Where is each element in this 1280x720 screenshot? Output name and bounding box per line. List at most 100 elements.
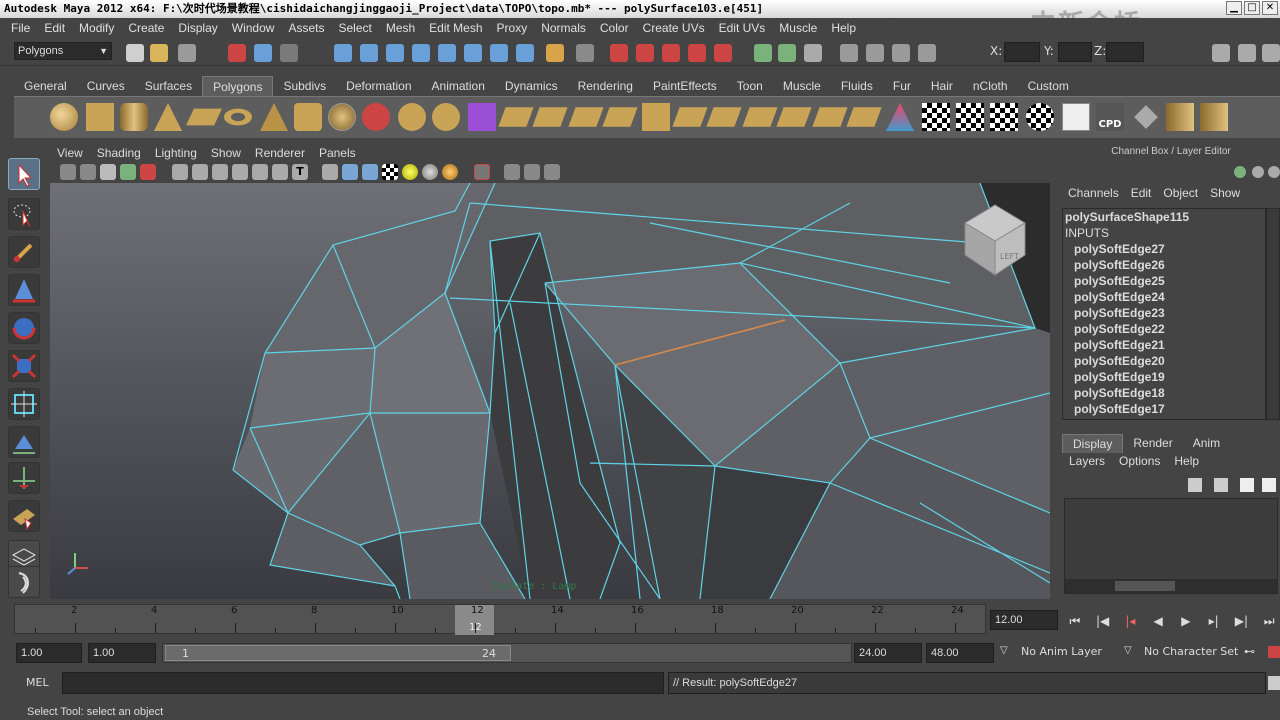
render-settings-icon[interactable]: [918, 44, 936, 62]
input-node[interactable]: polySoftEdge18: [1063, 385, 1265, 401]
shelf-tab-painteffects[interactable]: PaintEffects: [643, 76, 727, 96]
render-frame-icon[interactable]: [866, 44, 884, 62]
viewport-menu-panels[interactable]: Panels: [312, 146, 363, 162]
channel-box-menu-object[interactable]: Object: [1157, 186, 1204, 204]
output-ops-icon[interactable]: [778, 44, 796, 62]
menu-create[interactable]: Create: [121, 21, 171, 35]
menu-edit-mesh[interactable]: Edit Mesh: [422, 21, 489, 35]
go-to-end-icon[interactable]: ⏭: [1258, 612, 1280, 630]
select-misc-icon[interactable]: [464, 44, 482, 62]
save-scene-icon[interactable]: [178, 44, 196, 62]
wireframe-icon[interactable]: [322, 164, 338, 180]
isolate-select-icon[interactable]: [474, 164, 490, 180]
channel-box-menu-edit[interactable]: Edit: [1125, 186, 1158, 204]
maximize-button[interactable]: □: [1244, 1, 1260, 15]
bookmarks-icon[interactable]: [100, 164, 116, 180]
input-node[interactable]: polySoftEdge21: [1063, 337, 1265, 353]
new-scene-icon[interactable]: [126, 44, 144, 62]
input-node[interactable]: polySoftEdge24: [1063, 289, 1265, 305]
y-field[interactable]: [1058, 42, 1092, 62]
gate-mask-icon[interactable]: [232, 164, 248, 180]
snap-plane-icon[interactable]: [688, 44, 706, 62]
all-lights-icon[interactable]: [422, 164, 438, 180]
uv-spherical-icon[interactable]: [990, 103, 1018, 131]
resolution-gate-icon[interactable]: [212, 164, 228, 180]
shelf-tab-dynamics[interactable]: Dynamics: [495, 76, 568, 96]
universal-manipulator-icon[interactable]: [8, 388, 40, 420]
snap-point-icon[interactable]: [662, 44, 680, 62]
cpd-icon[interactable]: CPD: [1096, 103, 1124, 131]
shelf-tab-fur[interactable]: Fur: [883, 76, 921, 96]
select-by-component-icon[interactable]: [280, 44, 298, 62]
menu-help[interactable]: Help: [824, 21, 863, 35]
grid-icon[interactable]: [172, 164, 188, 180]
poly-plane-icon[interactable]: [186, 108, 222, 126]
layout-quick-icon[interactable]: [8, 566, 40, 598]
transfer-icon[interactable]: [1134, 105, 1158, 129]
chamfer-icon[interactable]: [846, 107, 882, 127]
menu-color[interactable]: Color: [593, 21, 636, 35]
layer-hscroll-thumb[interactable]: [1115, 581, 1175, 591]
channel-box-menu-show[interactable]: Show: [1204, 186, 1246, 204]
render-view-icon[interactable]: [840, 44, 858, 62]
menu-assets[interactable]: Assets: [281, 21, 331, 35]
combine-icon[interactable]: [362, 103, 390, 131]
poly-pyramid-icon[interactable]: [260, 103, 288, 131]
attribute-editor-icon[interactable]: [1212, 44, 1230, 62]
anim-layer-dropdown[interactable]: No Anim Layer: [1021, 645, 1102, 658]
paint-select-tool-icon[interactable]: [8, 236, 40, 268]
camera-select-icon[interactable]: [60, 164, 76, 180]
input-node[interactable]: polySoftEdge25: [1063, 273, 1265, 289]
shelf-tab-curves[interactable]: Curves: [77, 76, 135, 96]
bevel-icon[interactable]: [812, 107, 848, 127]
viewport-menu-view[interactable]: View: [50, 146, 90, 162]
layer-tab-anim[interactable]: Anim: [1183, 434, 1230, 453]
start-time-field[interactable]: 1.00: [16, 643, 82, 663]
command-input[interactable]: [62, 672, 664, 694]
viewport-menu-show[interactable]: Show: [204, 146, 248, 162]
shadows-icon[interactable]: [442, 164, 458, 180]
uv-planar-icon[interactable]: [922, 103, 950, 131]
uv-editor-icon[interactable]: [1062, 103, 1090, 131]
merge-icon[interactable]: [706, 107, 742, 127]
layer-list-area[interactable]: [1064, 498, 1278, 594]
highlight-selection-icon[interactable]: [576, 44, 594, 62]
play-backward-icon[interactable]: ◀: [1147, 612, 1169, 630]
layer-menu-help[interactable]: Help: [1167, 454, 1206, 468]
select-tool-icon[interactable]: [8, 158, 40, 190]
playback-end-field[interactable]: 24.00: [854, 643, 922, 663]
move-tool-icon[interactable]: [8, 274, 40, 306]
step-forward-key-icon[interactable]: ▸|: [1203, 612, 1225, 630]
viewport-menu-lighting[interactable]: Lighting: [148, 146, 204, 162]
split-icon[interactable]: [602, 107, 638, 127]
shelf-tab-muscle[interactable]: Muscle: [773, 76, 831, 96]
menu-create-uvs[interactable]: Create UVs: [636, 21, 712, 35]
x-field[interactable]: [1004, 42, 1040, 62]
current-frame-field[interactable]: 12.00: [990, 610, 1058, 630]
layer-menu-layers[interactable]: Layers: [1062, 454, 1112, 468]
menu-normals[interactable]: Normals: [534, 21, 593, 35]
input-node[interactable]: polySoftEdge20: [1063, 353, 1265, 369]
channel-box-icon[interactable]: [1262, 44, 1280, 62]
new-layer-selected-icon[interactable]: [1214, 478, 1228, 492]
snap-curve-icon[interactable]: [636, 44, 654, 62]
end-time-field[interactable]: 48.00: [926, 643, 994, 663]
scale-tool-icon[interactable]: [8, 350, 40, 382]
safe-title-icon[interactable]: T: [292, 164, 308, 180]
shelf-tab-surfaces[interactable]: Surfaces: [135, 76, 202, 96]
offset-loop-icon[interactable]: [672, 107, 708, 127]
auto-key-icon[interactable]: [1268, 646, 1280, 658]
step-back-key-icon[interactable]: |◂: [1120, 612, 1142, 630]
default-lighting-icon[interactable]: [402, 164, 418, 180]
lasso-tool-icon[interactable]: [8, 198, 40, 230]
rotate-tool-icon[interactable]: [8, 312, 40, 344]
open-scene-icon[interactable]: [150, 44, 168, 62]
key-icon[interactable]: ⊷: [1244, 645, 1255, 658]
shelf-tab-animation[interactable]: Animation: [422, 76, 495, 96]
channel-box-scrollbar[interactable]: [1266, 208, 1280, 420]
soft-mod-tool-icon[interactable]: [8, 426, 40, 458]
select-face-icon[interactable]: [386, 44, 404, 62]
custom-b-icon[interactable]: [1200, 103, 1228, 131]
two-d-pan-icon[interactable]: [140, 164, 156, 180]
menu-muscle[interactable]: Muscle: [772, 21, 824, 35]
